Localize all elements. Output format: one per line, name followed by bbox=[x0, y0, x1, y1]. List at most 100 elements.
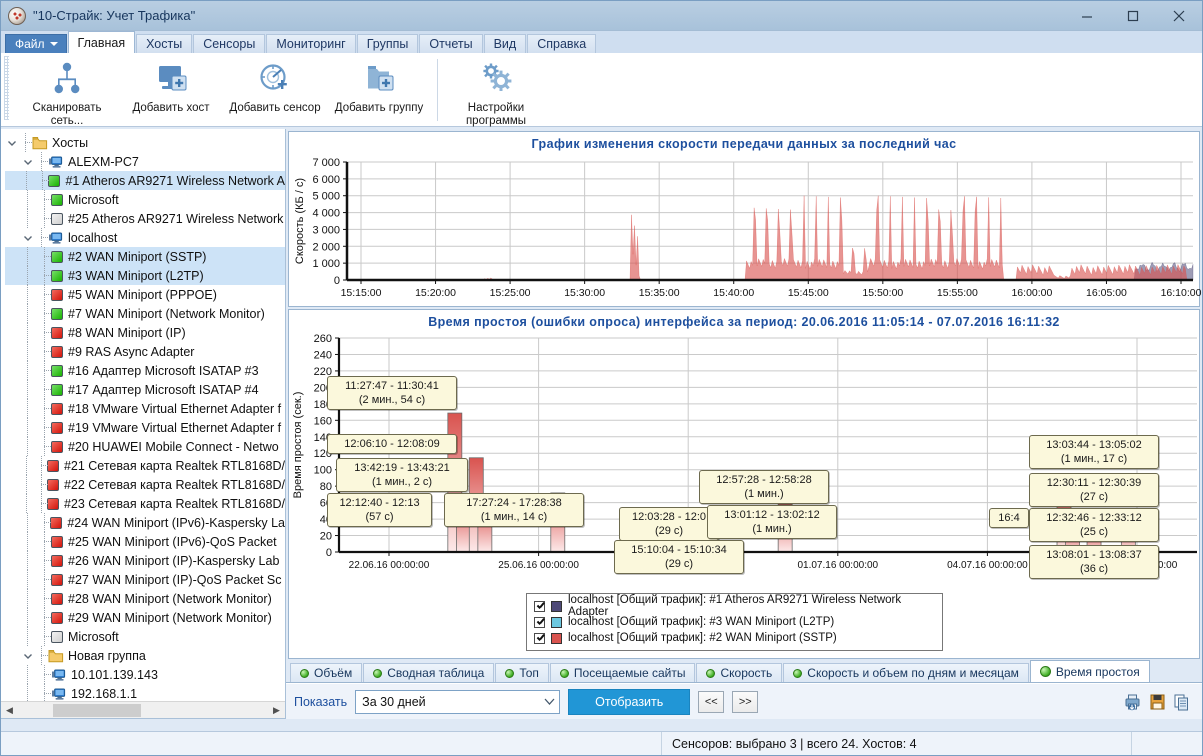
ribbon-tab-sensors[interactable]: Сенсоры bbox=[193, 34, 265, 53]
tree-item[interactable]: #27 WAN Miniport (IP)-QoS Packet Sc bbox=[5, 570, 285, 589]
legend-color-swatch bbox=[551, 601, 562, 612]
save-icon[interactable] bbox=[1149, 693, 1166, 711]
print-icon[interactable] bbox=[1123, 693, 1142, 711]
tree-item[interactable]: #20 HUAWEI Mobile Connect - Netwo bbox=[5, 437, 285, 456]
chart-legend: localhost [Общий трафик]: #1 Atheros AR9… bbox=[526, 593, 943, 651]
tree-item[interactable]: #24 WAN Miniport (IPv6)-Kaspersky La bbox=[5, 513, 285, 532]
tree-item[interactable]: #25 WAN Miniport (IPv6)-QoS Packet bbox=[5, 532, 285, 551]
svg-text:Скорость (КБ / с): Скорость (КБ / с) bbox=[294, 178, 306, 264]
expander-icon[interactable] bbox=[5, 136, 19, 150]
tree-item[interactable]: #25 Atheros AR9271 Wireless Network bbox=[5, 209, 285, 228]
tree-item[interactable]: #2 WAN Miniport (SSTP) bbox=[5, 247, 285, 266]
program-settings-label: Настройки программы bbox=[466, 102, 526, 128]
tree-item[interactable]: #16 Адаптер Microsoft ISATAP #3 bbox=[5, 361, 285, 380]
tree-item[interactable]: #8 WAN Miniport (IP) bbox=[5, 323, 285, 342]
ribbon-tab-help[interactable]: Справка bbox=[527, 34, 596, 53]
scroll-thumb[interactable] bbox=[53, 704, 141, 717]
hosts-tree[interactable]: Хосты ALEXM-PC7#1 Atheros AR9271 Wireless… bbox=[1, 129, 285, 703]
led-green bbox=[51, 194, 63, 206]
expander-icon[interactable] bbox=[21, 155, 35, 169]
tree-guide bbox=[21, 380, 34, 399]
minimize-icon[interactable] bbox=[1064, 1, 1110, 31]
ribbon-tab-label: Вид bbox=[494, 37, 517, 51]
scroll-left-icon[interactable]: ◀ bbox=[1, 702, 18, 719]
tree-item[interactable]: Хосты bbox=[5, 133, 285, 152]
scroll-right-icon[interactable]: ▶ bbox=[268, 702, 285, 719]
legend-checkbox[interactable] bbox=[534, 601, 545, 612]
add-host-button[interactable]: Добавить хост bbox=[119, 57, 223, 115]
copy-icon[interactable] bbox=[1173, 693, 1190, 711]
tree-item[interactable]: #7 WAN Miniport (Network Monitor) bbox=[5, 304, 285, 323]
legend-row[interactable]: localhost [Общий трафик]: #2 WAN Minipor… bbox=[534, 630, 935, 646]
svg-text:2 000: 2 000 bbox=[312, 241, 340, 253]
tree-item[interactable]: #28 WAN Miniport (Network Monitor) bbox=[5, 589, 285, 608]
tree-item[interactable]: 10.101.139.143 bbox=[5, 665, 285, 684]
ribbon-tab-main[interactable]: Главная bbox=[68, 31, 136, 53]
downtime-chart-title: Время простоя (ошибки опроса) интерфейса… bbox=[289, 310, 1199, 329]
add-group-label: Добавить группу bbox=[335, 102, 423, 115]
tree-guide bbox=[21, 627, 34, 646]
ribbon-tab-groups[interactable]: Группы bbox=[357, 34, 419, 53]
ribbon-tab-view[interactable]: Вид bbox=[484, 34, 527, 53]
expander-icon[interactable] bbox=[21, 649, 35, 663]
tree-item[interactable]: ALEXM-PC7 bbox=[5, 152, 285, 171]
report-tab[interactable]: Скорость bbox=[696, 663, 782, 682]
tree-item-label: Хосты bbox=[52, 136, 88, 150]
maximize-icon[interactable] bbox=[1110, 1, 1156, 31]
tree-item[interactable]: Microsoft bbox=[5, 627, 285, 646]
tree-item[interactable]: #29 WAN Miniport (Network Monitor) bbox=[5, 608, 285, 627]
close-icon[interactable] bbox=[1156, 1, 1202, 31]
tree-item[interactable]: #17 Адаптер Microsoft ISATAP #4 bbox=[5, 380, 285, 399]
next-page-button[interactable]: >> bbox=[732, 691, 758, 713]
legend-row[interactable]: localhost [Общий трафик]: #1 Atheros AR9… bbox=[534, 598, 935, 614]
downtime-annotation-range: 15:10:04 - 15:10:34 bbox=[621, 543, 737, 557]
report-tab[interactable]: Посещаемые сайты bbox=[550, 663, 696, 682]
tree-item[interactable]: #3 WAN Miniport (L2TP) bbox=[5, 266, 285, 285]
downtime-annotation-duration: (25 с) bbox=[1036, 525, 1152, 539]
chevron-down-icon[interactable] bbox=[539, 691, 559, 713]
legend-checkbox[interactable] bbox=[534, 617, 545, 628]
downtime-annotation-duration: (36 с) bbox=[1036, 562, 1152, 576]
status-dot-icon bbox=[1040, 666, 1051, 677]
tree-item[interactable]: #26 WAN Miniport (IP)-Kaspersky Lab bbox=[5, 551, 285, 570]
tree-guide bbox=[19, 133, 32, 152]
tree-guide bbox=[38, 190, 51, 209]
ribbon-tab-hosts[interactable]: Хосты bbox=[136, 34, 192, 53]
report-tab[interactable]: Топ bbox=[495, 663, 549, 682]
file-menu-button[interactable]: Файл bbox=[5, 34, 67, 53]
display-button[interactable]: Отобразить bbox=[568, 689, 690, 715]
tree-item[interactable]: #22 Сетевая карта Realtek RTL8168D/ bbox=[5, 475, 285, 494]
tree-item[interactable]: #23 Сетевая карта Realtek RTL8168D/ bbox=[5, 494, 285, 513]
tree-item[interactable]: #21 Сетевая карта Realtek RTL8168D/ bbox=[5, 456, 285, 475]
scan-network-button[interactable]: Сканировать сеть... bbox=[15, 57, 119, 128]
program-settings-button[interactable]: Настройки программы bbox=[444, 57, 548, 128]
tree-item[interactable]: #18 VMware Virtual Ethernet Adapter f bbox=[5, 399, 285, 418]
expander-icon[interactable] bbox=[21, 231, 35, 245]
tree-item[interactable]: localhost bbox=[5, 228, 285, 247]
ribbon-tab-monitoring[interactable]: Мониторинг bbox=[266, 34, 355, 53]
svg-text:15:20:00: 15:20:00 bbox=[415, 287, 456, 299]
tree-item[interactable]: #9 RAS Async Adapter bbox=[5, 342, 285, 361]
tree-horizontal-scrollbar[interactable]: ◀ ▶ bbox=[1, 701, 285, 718]
legend-checkbox[interactable] bbox=[534, 633, 545, 644]
tree-item-label: #5 WAN Miniport (PPPOE) bbox=[68, 288, 217, 302]
tree-item-label: #9 RAS Async Adapter bbox=[68, 345, 194, 359]
period-select[interactable]: За 30 дней bbox=[355, 690, 560, 714]
tree-item[interactable]: #19 VMware Virtual Ethernet Adapter f bbox=[5, 418, 285, 437]
report-tab[interactable]: Скорость и объем по дням и месяцам bbox=[783, 663, 1029, 682]
scroll-track[interactable] bbox=[18, 702, 268, 719]
add-sensor-button[interactable]: Добавить сенсор bbox=[223, 57, 327, 115]
add-group-button[interactable]: Добавить группу bbox=[327, 57, 431, 115]
tree-item[interactable]: Новая группа bbox=[5, 646, 285, 665]
prev-page-button[interactable]: << bbox=[698, 691, 724, 713]
report-tab[interactable]: Время простоя bbox=[1030, 660, 1150, 682]
tree-item-label: Microsoft bbox=[68, 193, 119, 207]
led-red bbox=[47, 498, 59, 510]
tree-item[interactable]: #5 WAN Miniport (PPPOE) bbox=[5, 285, 285, 304]
report-tab[interactable]: Сводная таблица bbox=[363, 663, 494, 682]
tree-item[interactable]: Microsoft bbox=[5, 190, 285, 209]
report-tab-strip[interactable]: ОбъёмСводная таблицаТопПосещаемые сайтыС… bbox=[286, 661, 1202, 683]
report-tab[interactable]: Объём bbox=[290, 663, 362, 682]
ribbon-tab-reports[interactable]: Отчеты bbox=[419, 34, 482, 53]
tree-item[interactable]: #1 Atheros AR9271 Wireless Network A bbox=[5, 171, 285, 190]
